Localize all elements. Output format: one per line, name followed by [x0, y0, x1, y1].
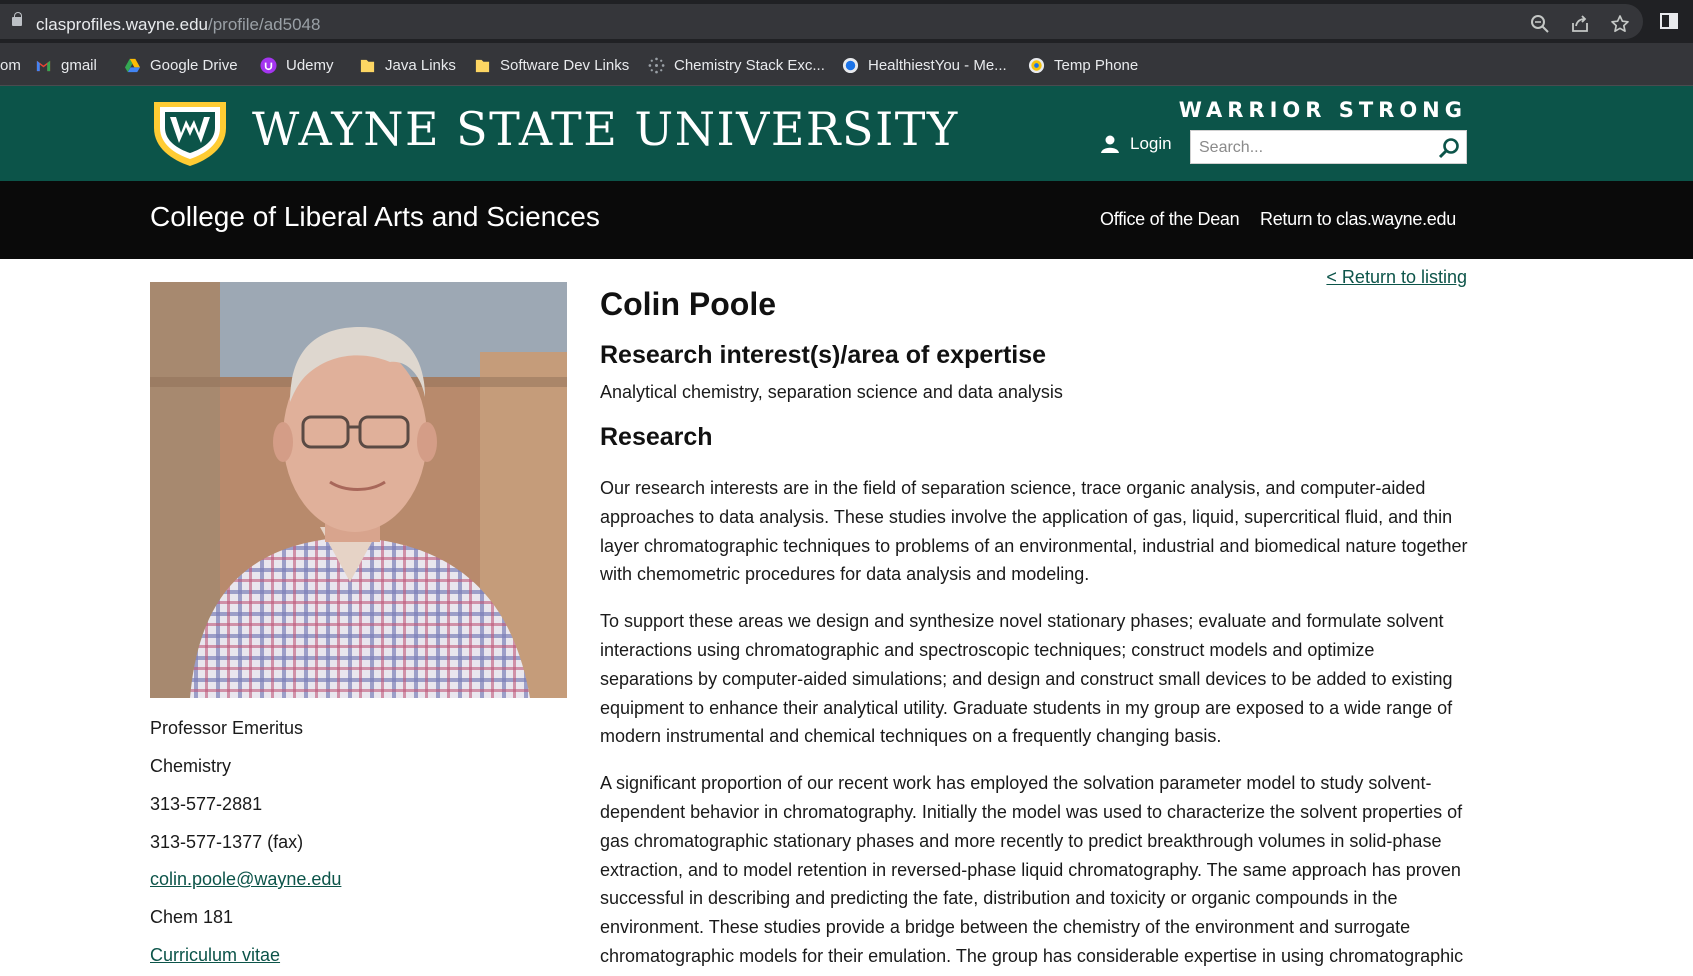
url-host: clasprofiles.wayne.edu [36, 15, 208, 34]
nav-return-to-clas[interactable]: Return to clas.wayne.edu [1260, 209, 1456, 230]
bookmark-udemy[interactable]: Udemy [260, 55, 334, 75]
bookmark-healthiestyou[interactable]: HealthiestYou - Me... [842, 55, 1007, 75]
bookmark-label: Software Dev Links [500, 56, 630, 74]
curriculum-vitae-link[interactable]: Curriculum vitae [150, 945, 280, 966]
interest-heading: Research interest(s)/area of expertise [600, 341, 1047, 369]
research-paragraph: To support these areas we design and syn… [600, 611, 1453, 747]
bookmark-label: Java Links [385, 56, 456, 74]
bookmark-gmail[interactable]: gmail [35, 55, 97, 75]
profile-phone: 313-577-2881 [150, 794, 263, 814]
bookmark-label: Chemistry Stack Exc... [674, 56, 825, 74]
search-box [1190, 130, 1467, 164]
bookmark-java-links[interactable]: Java Links [359, 55, 456, 75]
interest-text: Analytical chemistry, separation science… [600, 382, 1063, 402]
bookmark-star-icon[interactable] [1609, 14, 1631, 36]
profile-office: Chem 181 [150, 907, 234, 927]
college-name[interactable]: College of Liberal Arts and Sciences [150, 201, 600, 233]
bookmark-label: om [0, 56, 21, 74]
research-heading: Research [600, 423, 713, 451]
bookmark-label: Google Drive [150, 56, 238, 74]
sidebar-icon[interactable] [1658, 11, 1680, 33]
healthiestyou-icon [842, 57, 859, 73]
bookmark-software-dev-links[interactable]: Software Dev Links [474, 55, 629, 75]
stack-exchange-icon [648, 57, 665, 73]
bookmarks-bar: om gmail Google Drive Udemy Java Links S… [0, 43, 1693, 86]
college-bar: College of Liberal Arts and Sciences Off… [0, 181, 1693, 259]
google-drive-icon [124, 58, 141, 72]
bookmark-label: Udemy [286, 56, 334, 74]
login-label: Login [1130, 134, 1172, 153]
profile-photo [150, 282, 567, 698]
bookmark-item[interactable]: om [0, 55, 21, 75]
profile-fax: 313-577-1377 (fax) [150, 832, 304, 852]
research-paragraph: A significant proportion of our recent w… [600, 773, 1464, 966]
url-field[interactable]: clasprofiles.wayne.edu/profile/ad5048 [0, 4, 1643, 39]
site-header: WAYNE STATE UNIVERSITY WARRIOR STRONG Lo… [0, 86, 1693, 181]
bookmark-label: gmail [61, 56, 97, 74]
bookmark-google-drive[interactable]: Google Drive [124, 55, 238, 75]
bookmark-temp-phone[interactable]: Temp Phone [1028, 55, 1138, 75]
lock-icon[interactable] [12, 12, 22, 26]
udemy-icon [260, 56, 277, 74]
profile-title: Professor Emeritus [150, 718, 304, 738]
nav-office-of-the-dean[interactable]: Office of the Dean [1100, 209, 1240, 230]
login-link[interactable]: Login [1100, 134, 1172, 154]
gmail-icon [36, 60, 51, 71]
bookmark-label: Temp Phone [1054, 56, 1139, 74]
folder-icon [360, 59, 375, 72]
url-text[interactable]: clasprofiles.wayne.edu/profile/ad5048 [36, 15, 320, 35]
tagline: WARRIOR STRONG [1178, 98, 1467, 122]
search-icon[interactable] [1436, 135, 1462, 161]
profile-email-link[interactable]: colin.poole@wayne.edu [150, 869, 341, 890]
bookmark-chemistry-stack-exchange[interactable]: Chemistry Stack Exc... [648, 55, 825, 75]
share-icon[interactable] [1569, 14, 1591, 36]
url-path: /profile/ad5048 [207, 15, 321, 34]
research-paragraph: Our research interests are in the field … [600, 478, 1468, 585]
university-name[interactable]: WAYNE STATE UNIVERSITY [252, 102, 959, 156]
zoom-icon[interactable] [1529, 14, 1551, 36]
bookmark-label: HealthiestYou - Me... [868, 56, 1007, 74]
temp-phone-icon [1028, 57, 1045, 73]
profile-name: Colin Poole [600, 286, 776, 322]
user-icon [1101, 135, 1119, 153]
search-input[interactable] [1199, 137, 1419, 159]
profile-main: Colin Poole Research interest(s)/area of… [600, 282, 1470, 971]
profile-department: Chemistry [150, 756, 232, 776]
browser-address-bar: clasprofiles.wayne.edu/profile/ad5048 [0, 0, 1693, 43]
wsu-shield-logo[interactable] [150, 98, 230, 168]
folder-icon [475, 59, 490, 72]
